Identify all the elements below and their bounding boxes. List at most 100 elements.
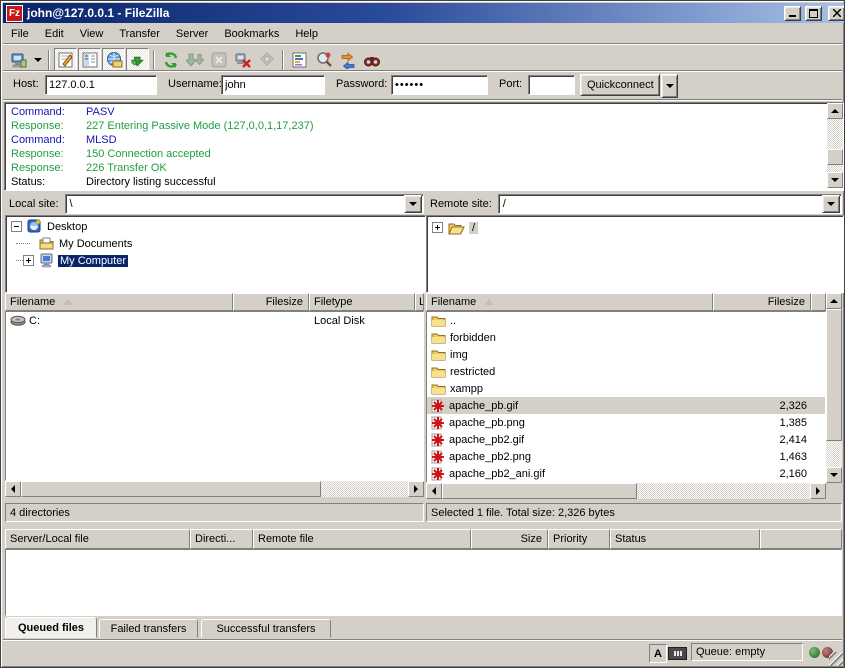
host-input[interactable] — [45, 75, 157, 95]
column-header-priority[interactable]: Priority — [548, 529, 610, 549]
remote-site-combo[interactable]: / — [498, 194, 842, 214]
toggle-message-log-button[interactable] — [54, 48, 77, 71]
file-name: apache_pb2.png — [449, 451, 531, 463]
arrow-left-icon — [11, 485, 15, 493]
menu-server[interactable]: Server — [168, 26, 216, 42]
file-row-restricted[interactable]: restricted — [427, 363, 825, 380]
tab-failed-transfers[interactable]: Failed transfers — [99, 619, 198, 638]
remote-file-list: Filename Filesize .. forbidden img restr… — [426, 293, 842, 499]
scroll-right-button[interactable] — [810, 483, 826, 499]
tree-item-desktop[interactable]: Desktop — [6, 218, 425, 235]
maximize-button[interactable] — [805, 6, 822, 21]
compare-directories-button[interactable] — [312, 48, 335, 71]
file-row-apache-pb2-gif[interactable]: apache_pb2.gif2,414 — [427, 431, 825, 448]
column-header-filetype[interactable]: Filetype — [309, 293, 415, 311]
toggle-local-tree-button[interactable] — [78, 48, 101, 71]
file-row-apache-pb-png[interactable]: apache_pb.png1,385 — [427, 414, 825, 431]
file-row-apache-pb2-ani-gif[interactable]: apache_pb2_ani.gif2,160 — [427, 465, 825, 482]
file-row-c-drive[interactable]: C: Local Disk — [6, 312, 423, 329]
scroll-thumb[interactable] — [826, 309, 842, 441]
disconnect-button[interactable] — [231, 48, 254, 71]
log-line: Response:150 Connection accepted — [11, 147, 843, 161]
image-file-icon — [431, 433, 445, 447]
scroll-down-button[interactable] — [827, 172, 843, 188]
column-header-filesize[interactable]: Filesize — [713, 293, 811, 311]
column-header-filename[interactable]: Filename — [5, 293, 233, 311]
tree-item-root[interactable]: / — [427, 219, 843, 236]
compare-directories-icon — [315, 51, 333, 69]
scroll-thumb[interactable] — [827, 149, 843, 165]
menu-edit[interactable]: Edit — [37, 26, 72, 42]
site-manager-dropdown-button[interactable] — [31, 48, 44, 71]
file-row-xampp[interactable]: xampp — [427, 380, 825, 397]
column-header-direction[interactable]: Directi... — [190, 529, 253, 549]
column-header-filesize[interactable]: Filesize — [233, 293, 309, 311]
collapse-icon[interactable] — [11, 221, 22, 232]
scroll-left-button[interactable] — [426, 483, 442, 499]
scroll-track[interactable] — [637, 483, 810, 499]
tree-item-my-computer[interactable]: My Computer — [6, 252, 425, 269]
column-header-size[interactable]: Size — [471, 529, 548, 549]
column-header-status[interactable]: Status — [610, 529, 760, 549]
tab-label: Successful transfers — [216, 623, 315, 635]
port-input[interactable] — [528, 75, 575, 95]
username-input[interactable] — [221, 75, 325, 95]
toggle-transfer-queue-button[interactable] — [126, 48, 149, 71]
local-h-scrollbar[interactable] — [5, 481, 424, 497]
file-row-img[interactable]: img — [427, 346, 825, 363]
find-files-button[interactable] — [360, 48, 383, 71]
synchronized-browsing-button[interactable] — [336, 48, 359, 71]
toggle-remote-tree-button[interactable] — [102, 48, 125, 71]
quickconnect-button[interactable]: Quickconnect — [580, 74, 660, 96]
scroll-up-button[interactable] — [827, 103, 843, 119]
menu-file[interactable]: File — [3, 26, 37, 42]
expand-icon[interactable] — [23, 255, 34, 266]
local-status-bar: 4 directories — [5, 503, 424, 522]
menu-transfer[interactable]: Transfer — [111, 26, 168, 42]
remote-h-scrollbar[interactable] — [426, 483, 826, 499]
minimize-button[interactable] — [784, 6, 801, 21]
local-site-dropdown-button[interactable] — [404, 195, 422, 213]
tab-successful-transfers[interactable]: Successful transfers — [201, 619, 331, 638]
column-header-server-local-file[interactable]: Server/Local file — [5, 529, 190, 549]
cancel-operation-button[interactable] — [207, 48, 230, 71]
site-manager-button[interactable] — [7, 48, 30, 71]
directory-listing-filters-button[interactable] — [288, 48, 311, 71]
reconnect-button[interactable] — [255, 48, 278, 71]
column-header-remote-file[interactable]: Remote file — [253, 529, 471, 549]
resize-grip[interactable] — [829, 652, 843, 666]
folder-icon — [431, 349, 446, 361]
menu-bookmarks[interactable]: Bookmarks — [216, 26, 287, 42]
minimize-icon — [789, 15, 796, 17]
process-queue-button[interactable] — [183, 48, 206, 71]
refresh-icon — [162, 51, 180, 69]
close-button[interactable] — [828, 6, 845, 21]
app-logo-icon[interactable]: Fz — [6, 5, 23, 22]
menu-view[interactable]: View — [72, 26, 112, 42]
scroll-left-button[interactable] — [5, 481, 21, 497]
scroll-down-button[interactable] — [826, 467, 842, 483]
scroll-thumb[interactable] — [442, 483, 637, 499]
scroll-thumb[interactable] — [21, 481, 321, 497]
remote-site-dropdown-button[interactable] — [822, 195, 840, 213]
remote-v-scrollbar[interactable] — [826, 293, 842, 483]
log-scrollbar[interactable] — [827, 103, 843, 188]
column-header-lastmodified[interactable]: L — [415, 293, 424, 311]
file-row-apache-pb-gif-selected[interactable]: apache_pb.gif2,326 — [427, 397, 825, 414]
menu-help[interactable]: Help — [287, 26, 326, 42]
file-row-apache-pb2-png[interactable]: apache_pb2.png1,463 — [427, 448, 825, 465]
password-input[interactable] — [391, 75, 488, 95]
local-site-combo[interactable]: \ — [65, 194, 424, 214]
quickconnect-dropdown-button[interactable] — [661, 74, 678, 98]
file-name: apache_pb2_ani.gif — [449, 468, 545, 480]
expand-icon[interactable] — [432, 222, 443, 233]
scroll-track[interactable] — [321, 481, 408, 497]
tab-queued-files[interactable]: Queued files — [5, 617, 97, 638]
file-row-parent[interactable]: .. — [427, 312, 825, 329]
tree-item-my-documents[interactable]: My Documents — [6, 235, 425, 252]
file-row-forbidden[interactable]: forbidden — [427, 329, 825, 346]
column-header-filename[interactable]: Filename — [426, 293, 713, 311]
scroll-up-button[interactable] — [826, 293, 842, 309]
refresh-button[interactable] — [159, 48, 182, 71]
scroll-right-button[interactable] — [408, 481, 424, 497]
